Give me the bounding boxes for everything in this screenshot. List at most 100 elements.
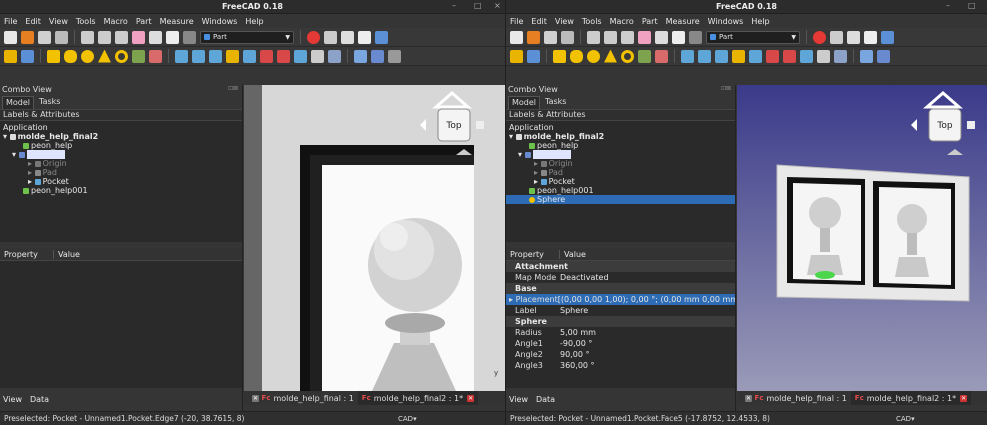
maximize-button[interactable]: □ — [474, 1, 482, 10]
torus-icon[interactable] — [621, 49, 634, 63]
shape-builder-icon[interactable] — [655, 49, 668, 63]
tab-model[interactable]: Model — [508, 96, 541, 109]
part-tools-icon[interactable] — [4, 49, 17, 63]
macros-icon[interactable] — [847, 30, 860, 44]
tree-item-origin[interactable]: ▸ Origin — [0, 159, 242, 168]
property-row-map-mode[interactable]: Map Mode Deactivated — [506, 272, 735, 283]
record-macro-icon[interactable] — [813, 30, 826, 44]
cut-icon[interactable] — [587, 30, 600, 44]
std-view-icon[interactable] — [375, 30, 388, 44]
fuse-icon[interactable] — [294, 49, 307, 63]
revolve-icon[interactable] — [192, 49, 205, 63]
menu-windows[interactable]: Windows — [202, 17, 238, 26]
record-macro-icon[interactable] — [307, 30, 320, 44]
tree-item-peon[interactable]: peon_help — [506, 141, 735, 150]
tree-item-body[interactable]: ▾ Body — [0, 150, 242, 159]
close-tab-icon[interactable]: ✕ — [745, 394, 752, 402]
tree-item-body[interactable]: ▾ Body — [506, 150, 735, 159]
title-bar[interactable]: FreeCAD 0.18 – □ × — [0, 0, 505, 14]
menu-part[interactable]: Part — [136, 17, 152, 26]
menu-help[interactable]: Help — [245, 17, 263, 26]
panel-float-close-icon[interactable]: ⊡⊠ — [721, 85, 731, 92]
tree-item-document[interactable]: ▾ molde_help_final2 — [506, 132, 735, 141]
navcube-face-label[interactable]: Top — [438, 121, 470, 131]
close-tab-icon[interactable]: ✕ — [960, 394, 968, 402]
whats-this-icon[interactable] — [183, 30, 196, 44]
measure-angular-icon[interactable] — [371, 49, 384, 63]
property-group-base[interactable]: Base — [506, 283, 735, 294]
redo-icon[interactable] — [149, 30, 162, 44]
mirror-icon[interactable] — [715, 49, 728, 63]
panel-float-close-icon[interactable]: ⊡⊠ — [228, 85, 238, 92]
doc-tab-2[interactable]: Fc molde_help_final2 : 1* ✕ — [850, 391, 972, 405]
save-icon[interactable] — [544, 30, 557, 44]
fillet-icon[interactable] — [226, 49, 239, 63]
measure-linear-icon[interactable] — [354, 49, 367, 63]
folder-icon[interactable] — [21, 49, 34, 63]
title-bar[interactable]: FreeCAD 0.18 – □ — [506, 0, 987, 14]
3d-view[interactable]: Top — [737, 85, 987, 391]
fillet-icon[interactable] — [732, 49, 745, 63]
navigation-cube[interactable]: Top — [416, 85, 488, 163]
chamfer-icon[interactable] — [749, 49, 762, 63]
stop-macro-icon[interactable] — [324, 30, 337, 44]
cone-icon[interactable] — [98, 49, 111, 63]
tree-item-peon2[interactable]: peon_help001 — [0, 186, 242, 195]
property-row-placement[interactable]: ▸ Placement [(0,00 0,00 1,00); 0,00 °; (0… — [506, 294, 735, 305]
open-document-icon[interactable] — [527, 30, 540, 44]
primitives-icon[interactable] — [638, 49, 651, 63]
cut-shape-icon[interactable] — [783, 49, 796, 63]
cone-icon[interactable] — [604, 49, 617, 63]
tab-data[interactable]: Data — [30, 395, 49, 404]
tree-item-pad[interactable]: ▸ Pad — [0, 168, 242, 177]
measure-linear-icon[interactable] — [860, 49, 873, 63]
torus-icon[interactable] — [115, 49, 128, 63]
property-row-radius[interactable]: Radius 5,00 mm — [506, 327, 735, 338]
chamfer-icon[interactable] — [243, 49, 256, 63]
tree-item-pad[interactable]: ▸ Pad — [506, 168, 735, 177]
menu-edit[interactable]: Edit — [25, 17, 41, 26]
extrude-icon[interactable] — [681, 49, 694, 63]
menu-help[interactable]: Help — [751, 17, 769, 26]
section-icon[interactable] — [311, 49, 324, 63]
menu-view[interactable]: View — [555, 17, 574, 26]
menu-file[interactable]: File — [4, 17, 17, 26]
tab-model[interactable]: Model — [2, 96, 35, 109]
minimize-button[interactable]: – — [452, 1, 456, 10]
property-row-angle2[interactable]: Angle2 90,00 ° — [506, 349, 735, 360]
tree-item-origin[interactable]: ▸ Origin — [506, 159, 735, 168]
box-icon[interactable] — [553, 49, 566, 63]
doc-tab-1[interactable]: ✕ Fc molde_help_final : 1 — [737, 391, 851, 405]
refresh-icon[interactable] — [166, 30, 179, 44]
cylinder-icon[interactable] — [570, 49, 583, 63]
tab-tasks[interactable]: Tasks — [542, 96, 569, 109]
menu-edit[interactable]: Edit — [531, 17, 547, 26]
boolean-icon[interactable] — [260, 49, 273, 63]
navigation-style[interactable]: CAD▾ — [398, 415, 417, 423]
copy-icon[interactable] — [98, 30, 111, 44]
section-icon[interactable] — [817, 49, 830, 63]
part-tools-icon[interactable] — [510, 49, 523, 63]
measure-icon[interactable] — [328, 49, 341, 63]
navcube-face-label[interactable]: Top — [929, 121, 961, 131]
tab-data[interactable]: Data — [536, 395, 555, 404]
folder-icon[interactable] — [527, 49, 540, 63]
extrude-icon[interactable] — [175, 49, 188, 63]
tree-item-sphere[interactable]: Sphere — [506, 195, 735, 204]
sphere-icon[interactable] — [81, 49, 94, 63]
navigation-style[interactable]: CAD▾ — [896, 415, 915, 423]
maximize-button[interactable]: □ — [968, 1, 976, 10]
fuse-icon[interactable] — [800, 49, 813, 63]
redo-icon[interactable] — [655, 30, 668, 44]
macros-icon[interactable] — [341, 30, 354, 44]
close-tab-icon[interactable]: ✕ — [252, 394, 259, 402]
menu-macro[interactable]: Macro — [610, 17, 634, 26]
tab-view[interactable]: View — [509, 395, 528, 404]
menu-macro[interactable]: Macro — [104, 17, 128, 26]
property-row-angle1[interactable]: Angle1 -90,00 ° — [506, 338, 735, 349]
revolve-icon[interactable] — [698, 49, 711, 63]
stop-macro-icon[interactable] — [830, 30, 843, 44]
property-row-angle3[interactable]: Angle3 360,00 ° — [506, 360, 735, 371]
boolean-icon[interactable] — [766, 49, 779, 63]
cut-shape-icon[interactable] — [277, 49, 290, 63]
